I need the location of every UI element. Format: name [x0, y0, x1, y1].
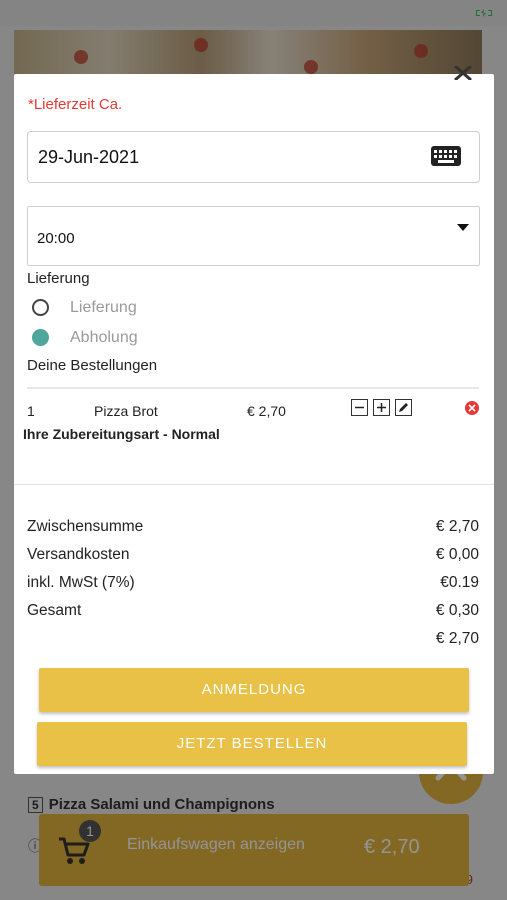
- edit-item-button[interactable]: [395, 399, 412, 416]
- login-button[interactable]: ANMELDUNG: [39, 668, 469, 712]
- summary-label: inkl. MwSt (7%): [27, 574, 135, 591]
- summary-separator: [14, 484, 494, 485]
- summary-row-grand-total: € 2,70: [27, 630, 479, 650]
- order-price: € 2,70: [247, 403, 286, 419]
- increase-qty-button[interactable]: [373, 399, 390, 416]
- orders-divider: [27, 387, 479, 389]
- place-order-button[interactable]: JETZT BESTELLEN: [37, 722, 467, 766]
- delivery-type-label: Lieferung: [27, 270, 90, 287]
- summary-row-total: Gesamt € 0,30: [27, 602, 479, 622]
- time-select[interactable]: 20:00: [27, 206, 480, 266]
- delivery-time-label: *Lieferzeit Ca.: [28, 96, 123, 113]
- summary-value: € 2,70: [435, 630, 479, 647]
- radio-unselected[interactable]: [32, 299, 49, 316]
- time-value: 20:00: [37, 230, 75, 247]
- remove-icon: [468, 404, 476, 412]
- order-name: Pizza Brot: [94, 403, 158, 419]
- summary-value: € 2,70: [435, 518, 479, 535]
- delivery-option-label: Abholung: [70, 329, 138, 346]
- keyboard-icon[interactable]: [431, 146, 461, 166]
- remove-item-button[interactable]: [465, 401, 479, 415]
- date-input[interactable]: 29-Jun-2021: [27, 131, 480, 183]
- summary-value: €0.19: [440, 574, 479, 591]
- order-qty: 1: [27, 403, 35, 419]
- summary-row-shipping: Versandkosten € 0,00: [27, 546, 479, 566]
- summary-row-subtotal: Zwischensumme € 2,70: [27, 518, 479, 538]
- checkout-modal: *Lieferzeit Ca. 29-Jun-2021 20:00 Liefer…: [14, 66, 494, 774]
- summary-label: Zwischensumme: [27, 518, 144, 535]
- orders-label: Deine Bestellungen: [27, 357, 158, 374]
- minus-icon: [355, 406, 364, 409]
- pencil-icon: [399, 403, 408, 412]
- decrease-qty-button[interactable]: [351, 399, 368, 416]
- radio-selected[interactable]: [32, 329, 49, 346]
- summary-label: Versandkosten: [27, 546, 130, 563]
- summary-row-vat: inkl. MwSt (7%) €0.19: [27, 574, 479, 594]
- summary-label: Gesamt: [27, 602, 82, 619]
- dropdown-caret-icon: [457, 224, 469, 231]
- delivery-option-label: Lieferung: [70, 299, 137, 316]
- plus-icon: [377, 403, 386, 412]
- order-note: Ihre Zubereitungsart - Normal: [23, 426, 220, 442]
- summary-value: € 0,00: [435, 546, 479, 563]
- date-value: 29-Jun-2021: [38, 147, 140, 167]
- close-icon[interactable]: [452, 66, 474, 80]
- summary-value: € 0,30: [435, 602, 479, 619]
